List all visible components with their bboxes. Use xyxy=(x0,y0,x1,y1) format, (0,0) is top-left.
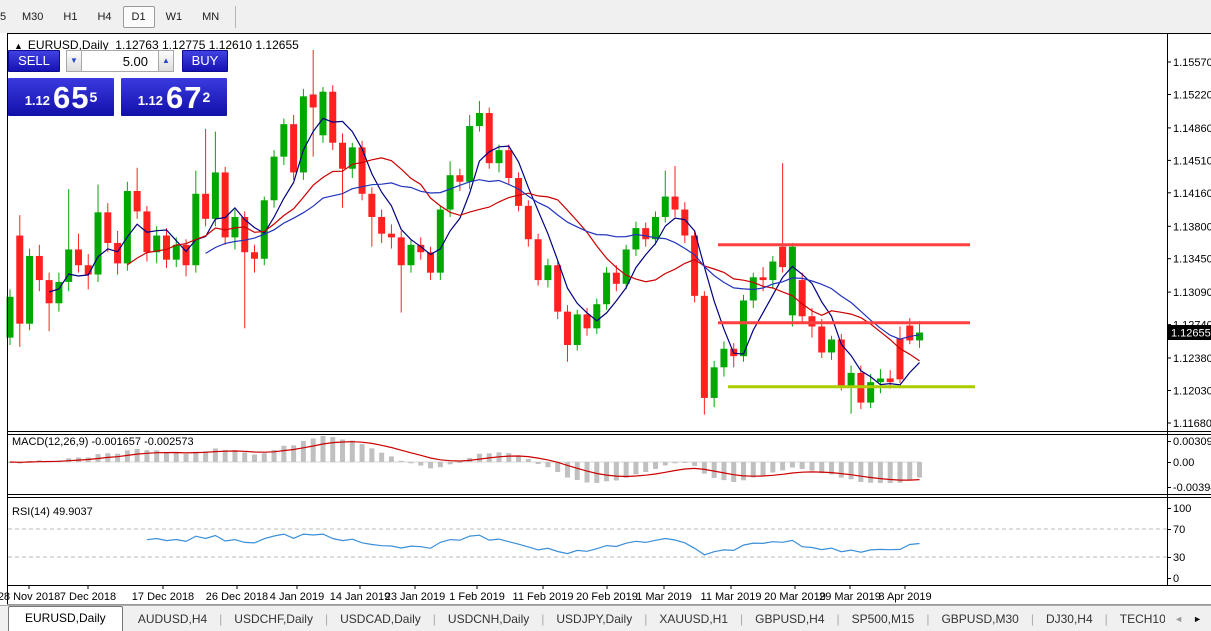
price-tick-label: 1.15220 xyxy=(1173,90,1211,102)
current-price-tag-label: 1.12655 xyxy=(1171,328,1211,340)
date-axis-label: 29 Mar 2019 xyxy=(819,591,881,603)
moving-average-13 xyxy=(127,157,920,362)
rsi-axis-label: 30 xyxy=(1173,552,1185,564)
timeframe-button-m30[interactable]: M30 xyxy=(13,6,52,28)
timeframe-button-5[interactable]: 5 xyxy=(0,6,11,28)
timeframe-button-h4[interactable]: H4 xyxy=(88,6,120,28)
rsi-name: RSI(14) xyxy=(12,506,50,518)
date-axis-label: 20 Feb 2019 xyxy=(576,591,638,603)
price-tick-label: 1.13090 xyxy=(1173,287,1211,299)
trading-platform-window: 5 M30 H1 H4 D1 W1 MN 1.15570 1.15220 1.14860 1.14… xyxy=(0,0,1211,631)
symbol-tab-gbpusd[interactable]: GBPUSD,H4 xyxy=(743,608,836,631)
macd-indicator-label: MACD(12,26,9) -0.001657 -0.002573 xyxy=(12,436,194,448)
macd-axis-label: -0.003947 xyxy=(1173,482,1211,494)
price-tick-label: 1.12030 xyxy=(1173,386,1211,398)
price-tick-label: 1.14860 xyxy=(1173,123,1211,135)
sell-button[interactable]: SELL xyxy=(8,50,60,72)
volume-input[interactable] xyxy=(82,50,158,72)
buy-button[interactable]: BUY xyxy=(182,50,228,72)
buy-price-sup: 2 xyxy=(202,89,211,105)
symbol-tabs: EURUSD,Daily|AUDUSD,H4|USDCHF,Daily|USDC… xyxy=(0,606,1211,631)
symbol-tab-audusd[interactable]: AUDUSD,H4 xyxy=(126,608,219,631)
date-axis-label: 4 Jan 2019 xyxy=(270,591,324,603)
symbol-tab-usdjpy[interactable]: USDJPY,Daily xyxy=(544,608,644,631)
symbol-tab-sp500[interactable]: SP500,M15 xyxy=(840,608,927,631)
date-axis-label: 26 Dec 2018 xyxy=(206,591,268,603)
price-tick-label: 1.14510 xyxy=(1173,155,1211,167)
symbol-tab-gbpusd[interactable]: GBPUSD,M30 xyxy=(929,608,1030,631)
one-click-trading-panel: SELL ▼ ▲ BUY 1.12655 1.12672 xyxy=(8,50,232,116)
sell-price-sup: 5 xyxy=(89,89,98,105)
symbol-tab-eurusd[interactable]: EURUSD,Daily xyxy=(8,606,123,631)
price-chart-canvas[interactable]: 1.15570 1.15220 1.14860 1.14510 1.14160 1.138… xyxy=(0,33,1211,605)
symbol-tab-dj30[interactable]: DJ30,H4 xyxy=(1034,608,1105,631)
date-axis-label: 14 Jan 2019 xyxy=(330,591,391,603)
date-axis-label: 1 Mar 2019 xyxy=(636,591,692,603)
timeframe-toolbar: 5 M30 H1 H4 D1 W1 MN xyxy=(0,0,1211,33)
sell-price-big: 65 xyxy=(53,80,90,115)
price-tick-label: 1.13450 xyxy=(1173,254,1211,266)
toolbar-separator xyxy=(235,5,237,28)
macd-name: MACD(12,26,9) xyxy=(12,436,89,448)
symbol-tab-bar: EURUSD,Daily|AUDUSD,H4|USDCHF,Daily|USDC… xyxy=(0,605,1211,631)
price-tick-label: 1.11680 xyxy=(1173,418,1211,430)
timeframe-button-mn[interactable]: MN xyxy=(193,6,228,28)
rsi-axis-label: 70 xyxy=(1173,524,1185,536)
price-tick-label: 1.14160 xyxy=(1173,188,1211,200)
buy-price-tile[interactable]: 1.12 67 2 xyxy=(121,78,227,116)
tab-scroll-right-icon[interactable]: ► xyxy=(1188,612,1207,626)
date-axis-label: 17 Dec 2018 xyxy=(132,591,194,603)
date-axis-label: 20 Mar 2019 xyxy=(764,591,826,603)
price-tick-label: 1.12380 xyxy=(1173,353,1211,365)
timeframe-button-h1[interactable]: H1 xyxy=(54,6,86,28)
price-tick-label: 1.15570 xyxy=(1173,57,1211,69)
tab-scroll-controls: ◄ ► xyxy=(1165,606,1207,631)
rsi-indicator-label: RSI(14) 49.9037 xyxy=(12,506,93,518)
symbol-tab-usdcad[interactable]: USDCAD,Daily xyxy=(328,608,433,631)
date-axis-label: 7 Dec 2018 xyxy=(60,591,116,603)
buy-price-big: 67 xyxy=(166,80,203,115)
volume-decrease-button[interactable]: ▼ xyxy=(66,50,82,72)
date-axis-label: 23 Jan 2019 xyxy=(385,591,446,603)
symbol-tab-xauusd[interactable]: XAUUSD,H1 xyxy=(647,608,740,631)
rsi-line xyxy=(146,533,920,556)
date-axis-label: 11 Feb 2019 xyxy=(513,591,574,603)
rsi-value: 49.9037 xyxy=(52,506,93,518)
macd-axis-label: 0.003095 xyxy=(1173,436,1211,448)
symbol-tab-usdcnh[interactable]: USDCNH,Daily xyxy=(436,608,541,631)
symbol-tab-usdchf[interactable]: USDCHF,Daily xyxy=(222,608,325,631)
price-tick-label: 1.13800 xyxy=(1173,221,1211,233)
sell-price-prefix: 1.12 xyxy=(24,93,51,108)
macd-values: -0.001657 -0.002573 xyxy=(91,436,194,448)
date-axis-label: 8 Apr 2019 xyxy=(878,591,931,603)
tab-scroll-left-icon[interactable]: ◄ xyxy=(1169,612,1188,626)
rsi-axis-label: 0 xyxy=(1173,573,1179,585)
timeframe-button-w1[interactable]: W1 xyxy=(157,6,192,28)
date-axis-label: 28 Nov 2018 xyxy=(0,591,60,603)
macd-axis-label: 0.00 xyxy=(1173,457,1194,469)
rsi-axis-label: 100 xyxy=(1173,503,1191,515)
date-axis-label: 1 Feb 2019 xyxy=(449,591,505,603)
timeframe-button-d1[interactable]: D1 xyxy=(122,5,155,28)
sell-price-tile[interactable]: 1.12 65 5 xyxy=(8,78,114,116)
chart-window[interactable]: 1.15570 1.15220 1.14860 1.14510 1.14160 1.138… xyxy=(0,33,1211,605)
volume-increase-button[interactable]: ▲ xyxy=(158,50,174,72)
date-axis-label: 11 Mar 2019 xyxy=(701,591,762,603)
buy-price-prefix: 1.12 xyxy=(137,93,164,108)
